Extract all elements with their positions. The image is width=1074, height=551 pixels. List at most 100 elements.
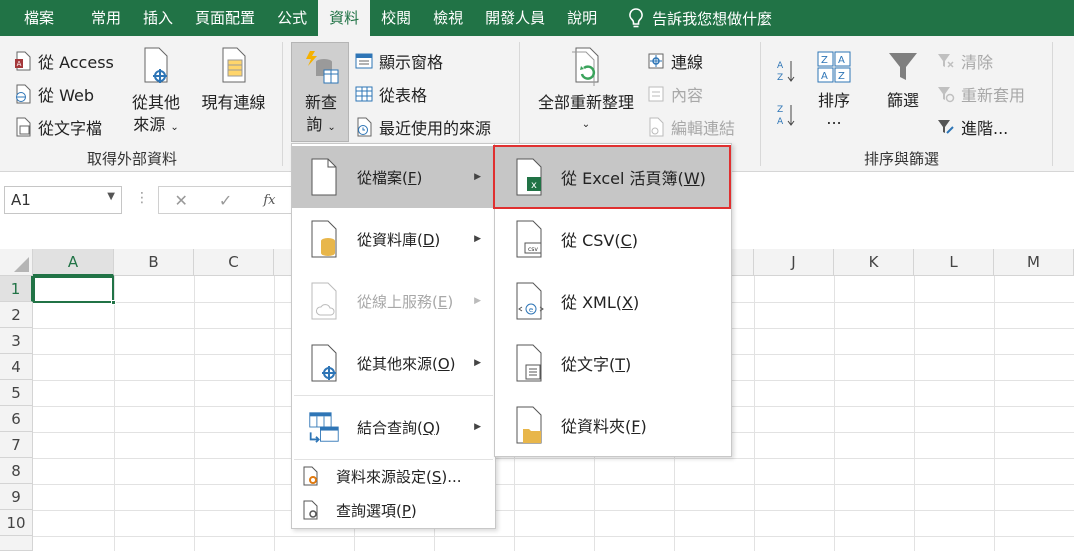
column-header[interactable]: J [754, 249, 834, 276]
select-all-corner[interactable] [0, 249, 33, 276]
properties-label: 內容 [671, 86, 704, 105]
submenu-item-from-text[interactable]: 從文字(T) [495, 332, 731, 394]
formula-bar-grip-icon[interactable]: ⋮ [135, 190, 149, 206]
menu-item-query-options[interactable]: 查詢選項(P) [292, 494, 495, 526]
sort-za-button[interactable]: ZA [775, 102, 797, 128]
svg-text:Z: Z [838, 71, 845, 82]
tab-view[interactable]: 檢視 [422, 0, 474, 36]
submenu-item-from-csv[interactable]: csv 從 CSV(C) [495, 208, 731, 270]
tab-home[interactable]: 常用 [80, 0, 132, 36]
tab-file[interactable]: 檔案 [0, 0, 80, 36]
edit-links-button[interactable]: 編輯連結 [647, 115, 735, 139]
column-header[interactable]: C [194, 249, 274, 276]
row-header[interactable]: 3 [0, 328, 33, 354]
confirm-entry-icon[interactable]: ✓ [219, 191, 232, 210]
column-header[interactable]: A [33, 249, 114, 276]
chevron-right-icon: ▶ [474, 296, 481, 306]
chevron-down-icon[interactable]: ▼ [107, 191, 115, 202]
from-csv-label: 從 CSV(C) [561, 231, 639, 250]
column-header[interactable]: B [114, 249, 194, 276]
column-header[interactable]: K [834, 249, 914, 276]
from-web-button[interactable]: 從 Web [14, 82, 94, 106]
row-header[interactable]: 1 [0, 276, 33, 302]
reapply-button[interactable]: 重新套用 [937, 82, 1025, 106]
connections-button[interactable]: 連線 [647, 49, 703, 73]
from-access-button[interactable]: A 從 Access [14, 49, 114, 73]
from-text-button[interactable]: 從文字檔 [14, 115, 102, 139]
row-header[interactable]: 10 [0, 510, 33, 536]
refresh-all-button[interactable]: 全部重新整理 ⌄ [533, 46, 639, 136]
tab-developer[interactable]: 開發人員 [474, 0, 556, 36]
row-header[interactable] [0, 536, 33, 551]
chevron-down-icon: ⌄ [170, 122, 179, 133]
sort-za-icon: ZA [777, 105, 795, 127]
table-icon [355, 86, 373, 102]
gridline [33, 458, 1074, 459]
highlight-callout-box [493, 145, 731, 209]
new-query-content: 新查 詢 ⌄ [293, 48, 349, 139]
filter-button[interactable]: 篩選 [878, 50, 928, 112]
connections-label: 連線 [671, 53, 704, 72]
cancel-entry-icon[interactable]: ✕ [175, 191, 188, 210]
file-icon [311, 158, 337, 196]
row-header[interactable]: 2 [0, 302, 33, 328]
existing-connections-button[interactable]: 現有連線 [196, 46, 271, 114]
other-sources-label-1: 從其他 [131, 93, 180, 112]
sort-az-icon: AZ [777, 61, 795, 83]
csv-file-icon: csv [516, 220, 542, 258]
menu-item-combine-queries[interactable]: 結合查詢(Q) ▶ [292, 396, 495, 458]
column-header[interactable]: L [914, 249, 994, 276]
tell-me-text: 告訴我您想做什麼 [652, 9, 773, 28]
row-header[interactable]: 9 [0, 484, 33, 510]
active-cell-a1[interactable] [33, 276, 114, 303]
chevron-right-icon: ▶ [474, 234, 481, 244]
column-header[interactable]: M [994, 249, 1074, 276]
row-header[interactable]: 4 [0, 354, 33, 380]
gridline [994, 276, 995, 551]
properties-button[interactable]: 內容 [647, 82, 703, 106]
row-header[interactable]: 8 [0, 458, 33, 484]
formula-buttons: ✕ ✓ fx [158, 186, 292, 214]
tab-data[interactable]: 資料 [318, 0, 371, 36]
group-divider [282, 42, 283, 166]
clear-filter-button[interactable]: 清除 [937, 49, 993, 73]
advanced-filter-button[interactable]: 進階... [937, 115, 1008, 139]
sort-button[interactable]: ZAAZ 排序 ... [807, 50, 861, 127]
tell-me-box[interactable]: 告訴我您想做什麼 [626, 7, 772, 29]
tab-review[interactable]: 校閱 [370, 0, 422, 36]
other-sources-button[interactable]: 從其他 來源 ⌄ [127, 46, 185, 139]
name-box[interactable]: A1 ▼ [4, 186, 122, 214]
tab-insert[interactable]: 插入 [132, 0, 184, 36]
menu-item-from-online-services[interactable]: 從線上服務(E) ▶ [292, 270, 495, 332]
sort-az-button[interactable]: AZ [775, 58, 797, 84]
tab-help[interactable]: 說明 [556, 0, 608, 36]
tab-formulas[interactable]: 公式 [266, 0, 318, 36]
new-query-menu: 從檔案(F) ▶ 從資料庫(D) ▶ 從線上服務(E) ▶ 從其他來源(O) ▶… [291, 143, 496, 529]
from-table-button[interactable]: 從表格 [355, 82, 427, 106]
menu-item-data-source-settings[interactable]: 資料來源設定(S)... [292, 460, 495, 492]
new-query-label-2: 詢 ⌄ [306, 115, 336, 134]
svg-text:Z: Z [821, 55, 828, 66]
folder-icon [516, 406, 542, 444]
clear-filter-icon [938, 54, 954, 68]
row-header[interactable]: 5 [0, 380, 33, 406]
menu-item-from-database[interactable]: 從資料庫(D) ▶ [292, 208, 495, 270]
data-source-settings-label: 資料來源設定(S)... [336, 467, 462, 486]
from-text-label: 從文字(T) [561, 355, 632, 374]
show-queries-button[interactable]: 顯示窗格 [355, 49, 443, 73]
gridline [33, 536, 1074, 537]
from-online-services-label: 從線上服務(E) [357, 292, 454, 311]
submenu-item-from-xml[interactable]: e 從 XML(X) [495, 270, 731, 332]
fill-handle[interactable] [111, 300, 116, 305]
show-queries-icon [355, 53, 373, 69]
insert-function-icon[interactable]: fx [263, 193, 275, 208]
recent-sources-button[interactable]: 最近使用的來源 [355, 115, 491, 139]
menu-item-from-other-sources[interactable]: 從其他來源(O) ▶ [292, 332, 495, 394]
database-icon [311, 220, 337, 258]
row-header[interactable]: 7 [0, 432, 33, 458]
row-header[interactable]: 6 [0, 406, 33, 432]
menu-item-from-file[interactable]: 從檔案(F) ▶ [292, 146, 495, 208]
submenu-item-from-folder[interactable]: 從資料夾(F) [495, 394, 731, 456]
query-options-label: 查詢選項(P) [336, 501, 417, 520]
tab-page-layout[interactable]: 頁面配置 [184, 0, 266, 36]
